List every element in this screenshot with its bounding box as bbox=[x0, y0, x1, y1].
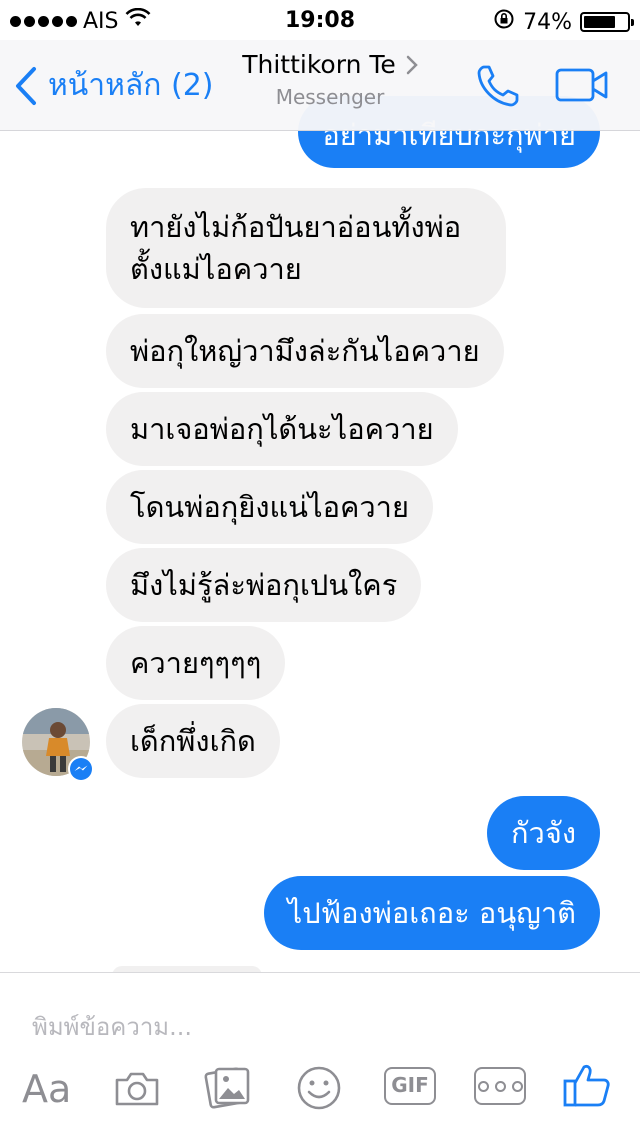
message-incoming[interactable]: มึงไม่รู้ล่ะพ่อกุเปนใคร bbox=[106, 548, 422, 622]
battery-percent: 74% bbox=[523, 9, 572, 35]
status-right: 74% bbox=[493, 8, 634, 36]
contact-subtitle: Messenger bbox=[275, 85, 385, 109]
more-icon[interactable] bbox=[474, 1067, 526, 1105]
back-button[interactable]: หน้าหลัก (2) bbox=[14, 62, 213, 109]
contact-name: Thittikorn Te bbox=[242, 50, 396, 79]
message-incoming[interactable]: พ่อกุใหญ่วามึงล่ะกันไอควาย bbox=[106, 314, 504, 388]
conversation-title[interactable]: Thittikorn Te Messenger bbox=[220, 50, 440, 109]
message-outgoing[interactable]: กัวจัง bbox=[487, 796, 600, 870]
messenger-badge-icon bbox=[68, 756, 94, 782]
chevron-right-icon bbox=[406, 55, 418, 74]
battery-icon bbox=[580, 12, 634, 32]
composer-toolbar: Aa GIF bbox=[0, 1064, 640, 1119]
message-outgoing[interactable]: ไปฟ้องพ่อเถอะ อนุญาติ bbox=[263, 876, 600, 950]
message-incoming[interactable]: โดนพ่อกุยิงแน่ไอควาย bbox=[106, 470, 433, 544]
message-incoming[interactable]: ควายๆๆๆๆ bbox=[106, 626, 286, 700]
video-camera-icon[interactable] bbox=[555, 68, 609, 106]
message-input[interactable]: พิมพ์ข้อความ... bbox=[32, 1007, 192, 1046]
message-incoming[interactable]: ทายังไม่ก้อปันยาอ่อนทั้งพ่อ ตั้งแม่ไอควา… bbox=[106, 188, 506, 308]
message-incoming[interactable]: มาเจอพ่อกุได้นะไอควาย bbox=[106, 392, 458, 466]
nav-bar: หน้าหลัก (2) Thittikorn Te Messenger bbox=[0, 40, 640, 131]
composer: พิมพ์ข้อความ... Aa GIF bbox=[0, 972, 640, 1137]
camera-icon[interactable] bbox=[114, 1071, 160, 1111]
back-label: หน้าหลัก (2) bbox=[48, 68, 214, 103]
chevron-left-icon bbox=[16, 66, 36, 105]
phone-icon[interactable] bbox=[474, 62, 522, 114]
message-incoming[interactable]: เด็กพึ่งเกิด bbox=[106, 704, 280, 778]
gallery-icon[interactable] bbox=[204, 1065, 252, 1113]
status-bar: AIS 19:08 74% bbox=[0, 0, 640, 40]
like-icon[interactable] bbox=[562, 1061, 612, 1113]
emoji-icon[interactable] bbox=[296, 1065, 342, 1115]
lock-rotation-icon bbox=[493, 8, 515, 36]
text-format-button[interactable]: Aa bbox=[22, 1067, 71, 1111]
gif-button[interactable]: GIF bbox=[384, 1067, 436, 1105]
